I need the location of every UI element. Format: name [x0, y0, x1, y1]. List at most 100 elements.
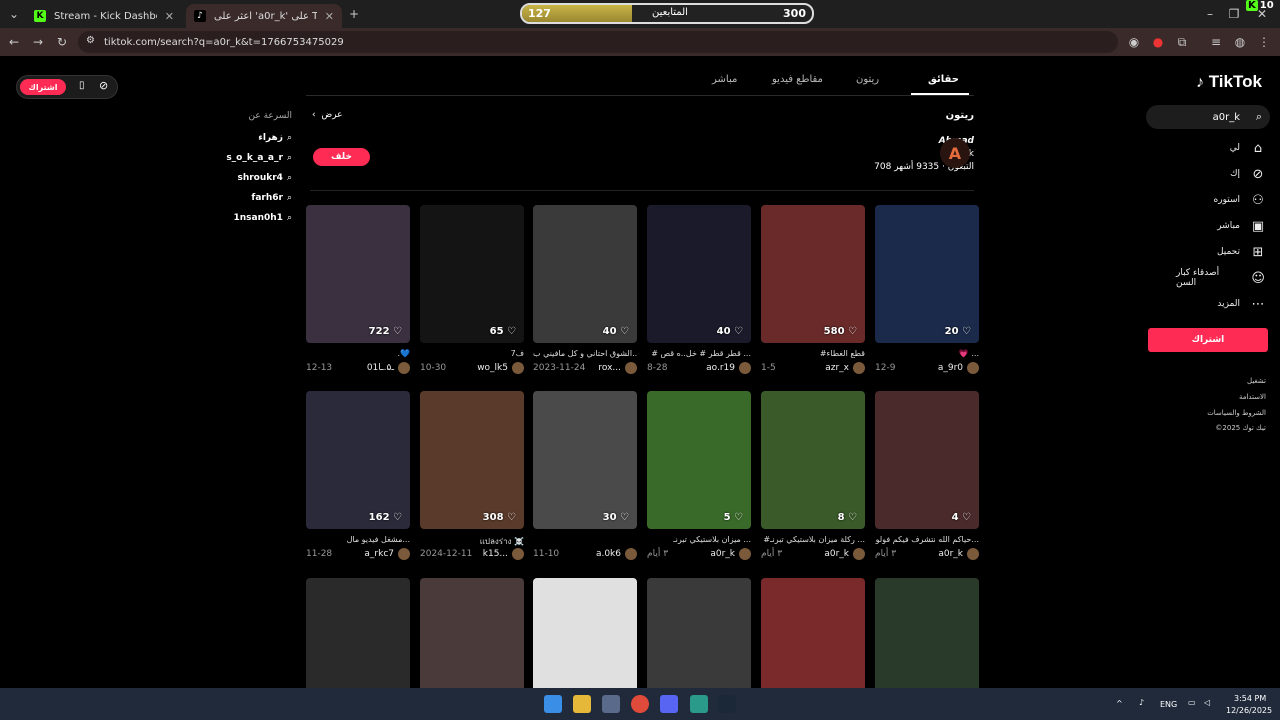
clock-date[interactable]: 12/26/2025 [1226, 706, 1272, 715]
minimize-icon[interactable]: – [1202, 6, 1218, 22]
video-card[interactable]: 580 ♡ [761, 205, 865, 343]
video-card[interactable] [533, 578, 637, 688]
video-caption[interactable]: #قطع الغطاء [761, 349, 865, 358]
video-card[interactable]: 162 ♡ [306, 391, 410, 529]
extension-icon[interactable]: ◉ [1126, 34, 1142, 50]
video-author[interactable]: a.0k6 [596, 548, 637, 560]
video-card[interactable] [647, 578, 751, 688]
close-icon[interactable]: ✕ [165, 10, 174, 23]
extensions-puzzle-icon[interactable]: ⧉ [1174, 34, 1190, 50]
video-card[interactable]: 20 ♡ [875, 205, 979, 343]
video-caption[interactable]: #ركلة ميزان بلاستيكي تبرنـ ... [761, 535, 865, 544]
video-caption[interactable]: ميزان بلاستيكي تبرنـ ... [647, 535, 751, 544]
start-icon[interactable] [544, 695, 562, 713]
tab-kick[interactable]: K Stream - Kick Dashboard ✕ [26, 4, 182, 28]
mic-icon[interactable]: ♪ [1139, 698, 1144, 707]
popular-search-item[interactable]: 1nsan0h1 ⌕ [234, 213, 293, 223]
sidebar-item-4[interactable]: تحميل ⊞ [1176, 242, 1266, 262]
video-author[interactable]: a_rkc7 [364, 548, 410, 560]
video-card[interactable] [875, 578, 979, 688]
discord-icon[interactable] [660, 695, 678, 713]
video-caption[interactable]: ف7 [420, 349, 524, 358]
video-card[interactable] [306, 578, 410, 688]
chrome-icon[interactable] [631, 695, 649, 713]
volume-icon[interactable]: ◁ [1204, 698, 1210, 707]
language-indicator[interactable]: ENG [1160, 700, 1177, 709]
site-info-icon[interactable]: ⚙ [86, 35, 95, 46]
pill-login-button[interactable]: اشتراك [20, 79, 66, 95]
view-all-link[interactable]: ‹ عرض [312, 110, 343, 120]
profile-avatar-icon[interactable]: ◍ [1232, 34, 1248, 50]
popular-search-item[interactable]: farh6r ⌕ [251, 193, 292, 203]
network-icon[interactable]: ▭ [1188, 698, 1196, 707]
compass-icon[interactable]: ⊘ [99, 79, 108, 92]
footer-link[interactable]: الاستدامة [1239, 393, 1266, 401]
video-caption[interactable]: # قطر قطر # خل..ه قص ... [647, 349, 751, 358]
clock-time[interactable]: 3:54 PM [1234, 694, 1266, 703]
forward-icon[interactable]: → [30, 34, 46, 50]
tab-tiktok[interactable]: ♪ اعثر على 'a0r_k' على TikTok | بح... ✕ [186, 4, 342, 28]
video-caption[interactable]: 💗 ... [875, 349, 979, 358]
tiktok-logo[interactable]: ♪ TikTok [1196, 72, 1262, 92]
url-field[interactable]: ⚙ tiktok.com/search?q=a0r_k&t=1766753475… [78, 31, 1118, 53]
video-caption[interactable]: .💙 [306, 349, 410, 358]
video-author[interactable]: 01ـ۵.ـا [367, 362, 410, 374]
sidebar-item-5[interactable]: أصدقاء كبار السن ☺ [1176, 268, 1266, 288]
reading-list-icon[interactable]: ≡ [1208, 34, 1224, 50]
video-card[interactable]: 308 ♡ [420, 391, 524, 529]
search-icon[interactable]: ⌕ [1256, 110, 1262, 124]
popular-search-item[interactable]: زهراء ⌕ [258, 133, 292, 143]
steam-icon[interactable] [718, 695, 736, 713]
video-card[interactable]: 722 ♡ [306, 205, 410, 343]
footer-link[interactable]: الشروط والسياسات [1207, 409, 1266, 417]
back-icon[interactable]: ← [6, 34, 22, 50]
sidebar-item-0[interactable]: لي ⌂ [1176, 138, 1266, 158]
video-author[interactable]: a_9r0 [938, 362, 979, 374]
search-input[interactable]: a0r_k ⌕ [1146, 105, 1270, 129]
sidebar-login-button[interactable]: اشتراك [1148, 328, 1268, 352]
sidebar-item-1[interactable]: إك ⊘ [1176, 164, 1266, 184]
maximize-icon[interactable]: ❐ [1226, 6, 1242, 22]
popular-search-item[interactable]: shroukr4 ⌕ [237, 173, 292, 183]
tab-videos[interactable]: مقاطع فيديو [772, 74, 823, 85]
app-icon[interactable] [690, 695, 708, 713]
sidebar-item-6[interactable]: المزيد ⋯ [1176, 294, 1266, 314]
phone-icon[interactable]: ▯ [79, 80, 85, 91]
reload-icon[interactable]: ↻ [54, 34, 70, 50]
footer-link[interactable]: تشغيل [1247, 377, 1266, 385]
video-card[interactable] [420, 578, 524, 688]
video-caption[interactable]: แปลงร่าง ☠️ [420, 535, 524, 548]
video-author[interactable]: a0r_k [710, 548, 751, 560]
video-caption[interactable]: الشوق احتاني و كل مافيني ب... [533, 349, 637, 358]
video-author[interactable]: k15... [483, 548, 524, 560]
menu-dots-icon[interactable]: ⋮ [1256, 34, 1272, 50]
video-card[interactable]: 4 ♡ [875, 391, 979, 529]
video-card[interactable]: 40 ♡ [647, 205, 751, 343]
video-author[interactable]: azr_x [825, 362, 865, 374]
video-card[interactable]: 5 ♡ [647, 391, 751, 529]
video-author[interactable]: rox... [598, 362, 637, 374]
close-icon[interactable]: ✕ [325, 10, 334, 23]
tray-chevron-icon[interactable]: ^ [1116, 699, 1123, 708]
video-card[interactable]: 30 ♡ [533, 391, 637, 529]
video-author[interactable]: a0r_k [938, 548, 979, 560]
video-caption[interactable]: حياكم الله نتشرف فيكم فولو... [875, 535, 979, 544]
tab-live[interactable]: مباشر [712, 74, 737, 85]
tab-menu-icon[interactable]: ⌄ [6, 6, 22, 22]
video-card[interactable]: 8 ♡ [761, 391, 865, 529]
video-author[interactable]: ao.r19 [706, 362, 751, 374]
extension-red-icon[interactable]: ● [1150, 34, 1166, 50]
tab-accounts[interactable]: ريتون [856, 74, 879, 85]
tab-top[interactable]: حقائق [928, 74, 959, 85]
store-icon[interactable] [602, 695, 620, 713]
video-caption[interactable]: مشغل فيديو مال... [306, 535, 410, 544]
video-author[interactable]: wo_lk5 [477, 362, 524, 374]
new-tab-icon[interactable]: + [346, 6, 362, 22]
video-card[interactable]: 40 ♡ [533, 205, 637, 343]
video-card[interactable]: 65 ♡ [420, 205, 524, 343]
video-card[interactable] [761, 578, 865, 688]
follow-button[interactable]: خلف [313, 148, 370, 166]
file-explorer-icon[interactable] [573, 695, 591, 713]
window-close-icon[interactable]: ✕ [1254, 6, 1270, 22]
account-avatar[interactable]: A [940, 138, 970, 168]
